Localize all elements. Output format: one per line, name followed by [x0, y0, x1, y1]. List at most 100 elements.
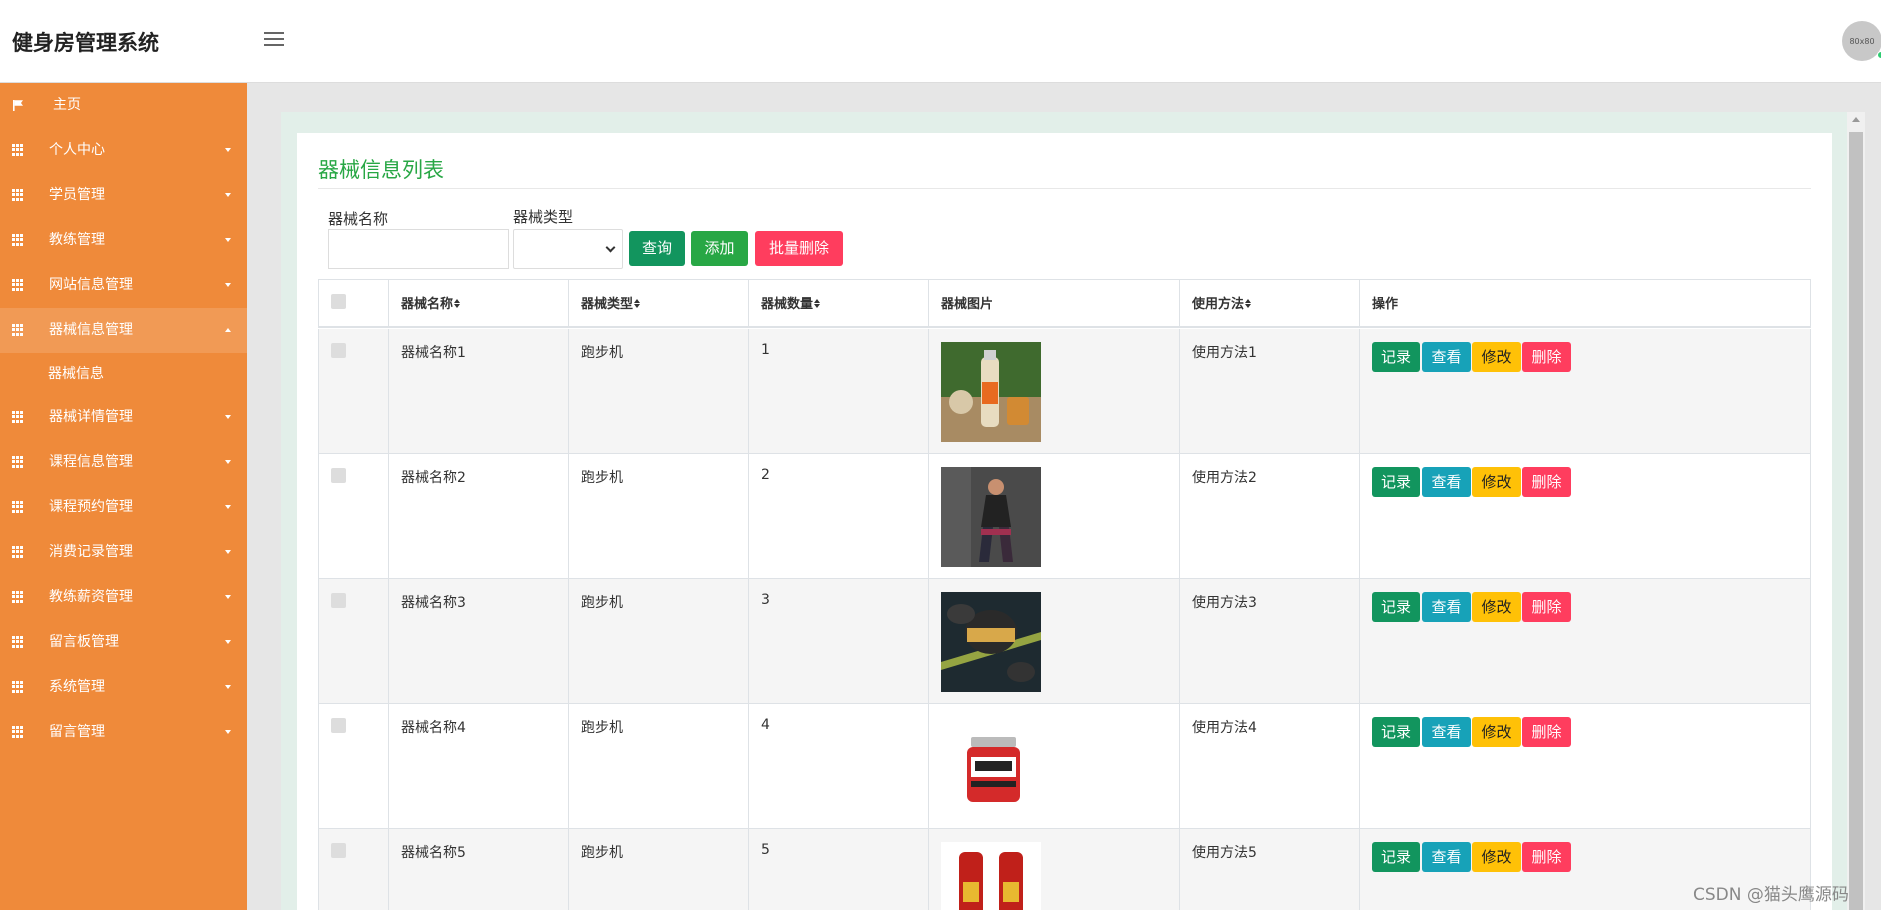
table-row: 器械名称5 跑步机 5 使用方法5 记录 查看 修改 删除: [318, 829, 1811, 910]
sidebar: 主页 个人中心 学员管理 教练管理 网站信息管理 器械信息管理 器械信息 器械详…: [0, 83, 247, 910]
scroll-up-arrow-icon[interactable]: [1852, 117, 1860, 122]
sidebar-item-label: 课程预约管理: [49, 499, 133, 515]
sidebar-item-system-management[interactable]: 系统管理: [0, 665, 247, 710]
grid-icon: [12, 591, 24, 603]
row-actions-cell: 记录 查看 修改 删除: [1360, 454, 1812, 578]
record-button[interactable]: 记录: [1372, 467, 1420, 497]
view-button[interactable]: 查看: [1422, 842, 1471, 872]
sort-icon[interactable]: [454, 298, 461, 309]
usage-method-cell: 使用方法3: [1180, 579, 1360, 703]
equipment-name-cell: 器械名称5: [389, 829, 569, 910]
record-button[interactable]: 记录: [1372, 717, 1420, 747]
column-header-usage[interactable]: 使用方法: [1180, 280, 1360, 327]
sort-icon[interactable]: [814, 298, 821, 309]
table-row: 器械名称1 跑步机 1 使用方法1 记录 查看 修改 删除: [318, 329, 1811, 454]
avatar[interactable]: 80x80: [1842, 21, 1881, 61]
caret-down-icon: [225, 640, 231, 644]
table-header: 器械名称 器械类型 器械数量 器械图片 使用方法 操作: [318, 279, 1811, 328]
grid-icon: [12, 189, 24, 201]
row-checkbox[interactable]: [331, 593, 346, 608]
sidebar-item-consumption-record-management[interactable]: 消费记录管理: [0, 530, 247, 575]
sidebar-item-course-booking-management[interactable]: 课程预约管理: [0, 485, 247, 530]
vertical-scrollbar[interactable]: [1847, 112, 1865, 910]
record-button[interactable]: 记录: [1372, 842, 1420, 872]
sidebar-item-course-info-management[interactable]: 课程信息管理: [0, 440, 247, 485]
edit-button[interactable]: 修改: [1472, 842, 1521, 872]
delete-button[interactable]: 删除: [1522, 592, 1571, 622]
sidebar-item-equipment-info-management[interactable]: 器械信息管理: [0, 308, 247, 353]
edit-button[interactable]: 修改: [1472, 592, 1521, 622]
view-button[interactable]: 查看: [1422, 717, 1471, 747]
sidebar-item-personal-center[interactable]: 个人中心: [0, 128, 247, 173]
delete-button[interactable]: 删除: [1522, 467, 1571, 497]
view-button[interactable]: 查看: [1422, 592, 1471, 622]
row-checkbox[interactable]: [331, 343, 346, 358]
equipment-image-cell: [929, 579, 1180, 703]
equipment-type-cell: 跑步机: [569, 454, 749, 578]
sidebar-item-label: 主页: [53, 97, 81, 113]
sidebar-item-label: 学员管理: [49, 187, 105, 203]
record-button[interactable]: 记录: [1372, 342, 1420, 372]
sort-icon[interactable]: [1245, 298, 1252, 309]
name-filter-input[interactable]: [328, 229, 509, 269]
view-button[interactable]: 查看: [1422, 342, 1471, 372]
equipment-type-cell: 跑步机: [569, 579, 749, 703]
delete-button[interactable]: 删除: [1522, 842, 1571, 872]
equipment-image-bottles[interactable]: [941, 842, 1041, 910]
column-header-type[interactable]: 器械类型: [569, 280, 749, 327]
sidebar-item-student-management[interactable]: 学员管理: [0, 173, 247, 218]
grid-icon: [12, 324, 24, 336]
sidebar-subitem-equipment-info[interactable]: 器械信息: [0, 353, 247, 395]
sidebar-item-site-info-management[interactable]: 网站信息管理: [0, 263, 247, 308]
record-button[interactable]: 记录: [1372, 592, 1420, 622]
row-checkbox[interactable]: [331, 843, 346, 858]
edit-button[interactable]: 修改: [1472, 467, 1521, 497]
search-button[interactable]: 查询: [629, 231, 685, 266]
column-header-name[interactable]: 器械名称: [389, 280, 569, 327]
caret-down-icon: [225, 505, 231, 509]
usage-method-cell: 使用方法4: [1180, 704, 1360, 828]
row-actions-cell: 记录 查看 修改 删除: [1360, 579, 1812, 703]
caret-down-icon: [225, 685, 231, 689]
select-all-checkbox[interactable]: [331, 294, 346, 309]
equipment-image-athlete[interactable]: [941, 467, 1041, 567]
equipment-image-supplement-tub[interactable]: [941, 592, 1041, 692]
sidebar-item-home[interactable]: 主页: [0, 83, 247, 128]
delete-button[interactable]: 删除: [1522, 717, 1571, 747]
sidebar-item-message-management[interactable]: 留言管理: [0, 710, 247, 755]
sidebar-item-equipment-detail-management[interactable]: 器械详情管理: [0, 395, 247, 440]
sidebar-item-message-board-management[interactable]: 留言板管理: [0, 620, 247, 665]
add-button[interactable]: 添加: [691, 231, 748, 266]
view-button[interactable]: 查看: [1422, 467, 1471, 497]
sidebar-item-label: 网站信息管理: [49, 277, 133, 293]
column-header-quantity[interactable]: 器械数量: [749, 280, 929, 327]
name-filter-label: 器械名称: [328, 210, 389, 228]
app-title: 健身房管理系统: [12, 31, 159, 55]
usage-method-cell: 使用方法1: [1180, 329, 1360, 453]
menu-toggle-icon[interactable]: [264, 32, 284, 46]
edit-button[interactable]: 修改: [1472, 717, 1521, 747]
row-actions-cell: 记录 查看 修改 删除: [1360, 329, 1812, 453]
sidebar-item-coach-salary-management[interactable]: 教练薪资管理: [0, 575, 247, 620]
caret-down-icon: [225, 193, 231, 197]
type-filter-select[interactable]: [513, 229, 623, 269]
caret-down-icon: [225, 148, 231, 152]
delete-button[interactable]: 删除: [1522, 342, 1571, 372]
sidebar-item-coach-management[interactable]: 教练管理: [0, 218, 247, 263]
batch-delete-button[interactable]: 批量删除: [755, 231, 843, 266]
sort-icon[interactable]: [634, 298, 641, 309]
select-all-cell: [319, 280, 389, 327]
column-header-actions: 操作: [1372, 297, 1399, 312]
grid-icon: [12, 279, 24, 291]
equipment-image-bcaa[interactable]: [941, 717, 1041, 817]
watermark-text: CSDN @猫头鹰源码: [1693, 885, 1849, 905]
row-checkbox[interactable]: [331, 468, 346, 483]
sidebar-item-label: 消费记录管理: [49, 544, 133, 560]
sidebar-item-label: 器械详情管理: [49, 409, 133, 425]
edit-button[interactable]: 修改: [1472, 342, 1521, 372]
equipment-image-drink[interactable]: [941, 342, 1041, 442]
scrollbar-thumb[interactable]: [1849, 132, 1863, 910]
row-checkbox[interactable]: [331, 718, 346, 733]
equipment-quantity-cell: 2: [749, 454, 929, 578]
caret-down-icon: [225, 238, 231, 242]
